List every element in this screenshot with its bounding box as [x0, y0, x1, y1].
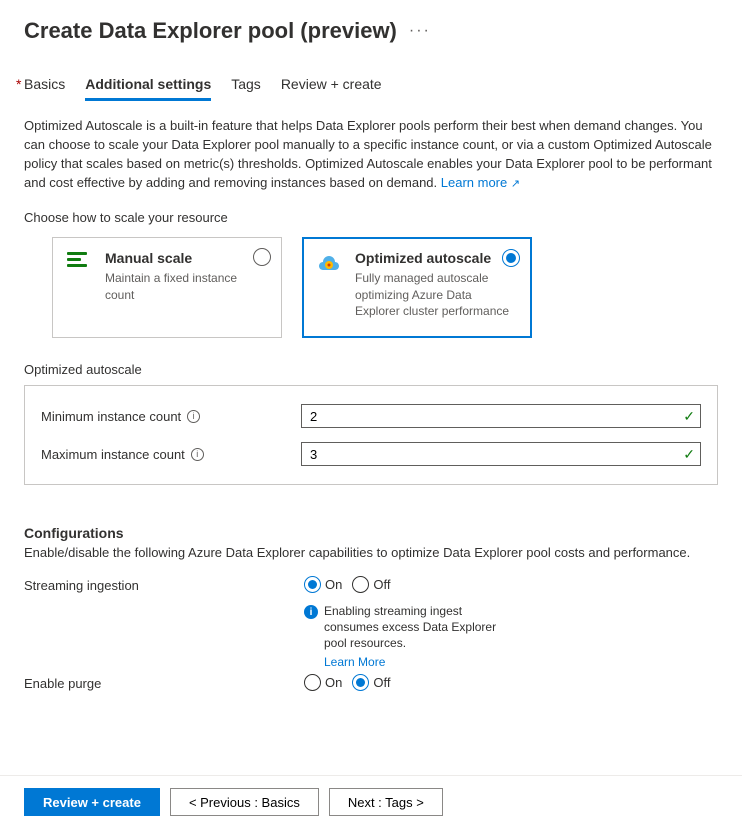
purge-off-radio[interactable]: Off: [352, 674, 390, 691]
info-icon[interactable]: i: [187, 410, 200, 423]
optimized-autoscale-title: Optimized autoscale: [355, 250, 517, 266]
streaming-on-radio[interactable]: On: [304, 576, 342, 593]
review-create-button[interactable]: Review + create: [24, 788, 160, 816]
check-icon: ✓: [683, 446, 695, 463]
check-icon: ✓: [683, 408, 695, 425]
more-icon[interactable]: ···: [409, 22, 431, 40]
min-instance-input[interactable]: [301, 404, 701, 428]
optimized-autoscale-icon: [317, 250, 343, 319]
streaming-info-text: Enabling streaming ingest consumes exces…: [324, 604, 496, 650]
streaming-off-radio[interactable]: Off: [352, 576, 390, 593]
manual-scale-title: Manual scale: [105, 250, 267, 266]
optimized-autoscale-header: Optimized autoscale: [24, 362, 718, 377]
optimized-autoscale-sub: Fully managed autoscale optimizing Azure…: [355, 270, 517, 319]
scale-label: Choose how to scale your resource: [24, 210, 718, 225]
manual-scale-card[interactable]: Manual scale Maintain a fixed instance c…: [52, 237, 282, 338]
autoscale-form: Minimum instance count i ✓ Maximum insta…: [24, 385, 718, 485]
tab-review-create[interactable]: Review + create: [281, 76, 382, 101]
description-content: Optimized Autoscale is a built-in featur…: [24, 118, 712, 190]
optimized-autoscale-radio[interactable]: [502, 249, 520, 267]
enable-purge-label: Enable purge: [24, 674, 304, 691]
manual-scale-radio[interactable]: [253, 248, 271, 266]
previous-button[interactable]: < Previous : Basics: [170, 788, 319, 816]
manual-scale-icon: [67, 250, 93, 319]
streaming-learn-more-link[interactable]: Learn More: [324, 654, 504, 670]
manual-scale-sub: Maintain a fixed instance count: [105, 270, 267, 302]
external-link-icon: ↗: [511, 178, 520, 190]
purge-on-radio[interactable]: On: [304, 674, 342, 691]
tab-bar: Basics Additional settings Tags Review +…: [0, 44, 742, 101]
configurations-desc: Enable/disable the following Azure Data …: [24, 545, 718, 560]
info-icon[interactable]: i: [191, 448, 204, 461]
next-button[interactable]: Next : Tags >: [329, 788, 443, 816]
tab-additional-settings[interactable]: Additional settings: [85, 76, 211, 101]
info-icon: i: [304, 605, 318, 619]
learn-more-link[interactable]: Learn more ↗: [441, 175, 520, 190]
optimized-autoscale-card[interactable]: Optimized autoscale Fully managed autosc…: [302, 237, 532, 338]
max-instance-label: Maximum instance count: [41, 447, 185, 462]
description-text: Optimized Autoscale is a built-in featur…: [24, 117, 718, 192]
footer-bar: Review + create < Previous : Basics Next…: [0, 775, 742, 828]
page-title: Create Data Explorer pool (preview): [24, 18, 397, 44]
min-instance-label: Minimum instance count: [41, 409, 181, 424]
tab-tags[interactable]: Tags: [231, 76, 261, 101]
streaming-ingestion-label: Streaming ingestion: [24, 576, 304, 593]
streaming-info-message: i Enabling streaming ingest consumes exc…: [304, 603, 504, 670]
max-instance-input[interactable]: [301, 442, 701, 466]
tab-basics[interactable]: Basics: [24, 76, 65, 101]
configurations-header: Configurations: [24, 525, 718, 541]
